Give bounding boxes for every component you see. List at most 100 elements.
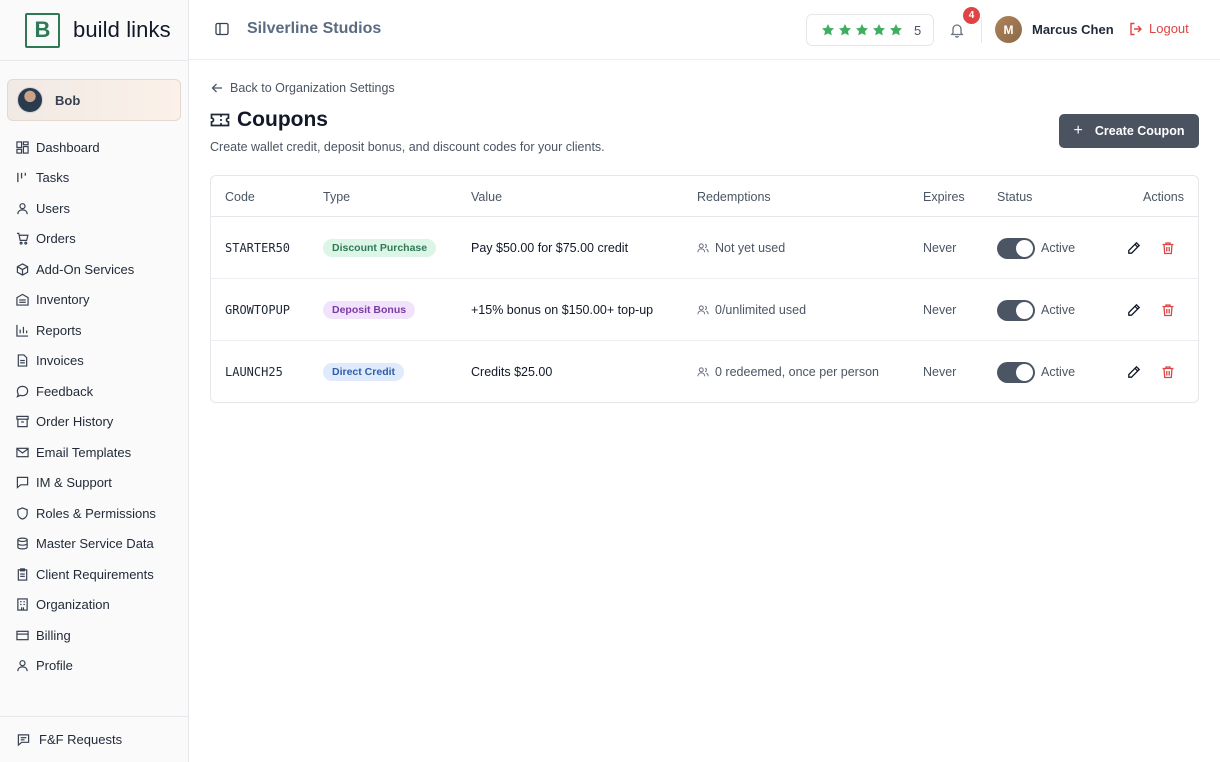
- ticket-icon: [210, 111, 230, 129]
- sidebar-nav: Dashboard Tasks Users Orders Add-On Serv…: [0, 132, 189, 681]
- pencil-icon: [1128, 303, 1141, 316]
- coupon-type-cell: Discount Purchase: [323, 217, 437, 279]
- sidebar-item-orders[interactable]: Orders: [0, 224, 189, 255]
- sidebar-item-label: Add-On Services: [36, 261, 135, 277]
- sidebar-item-add-on-services[interactable]: Add-On Services: [0, 254, 189, 285]
- sidebar-item-reports[interactable]: Reports: [0, 315, 189, 346]
- sidebar-toggle-icon[interactable]: [215, 22, 229, 36]
- coupon-code: GROWTOPUP: [225, 303, 291, 317]
- sidebar-item-roles-permissions[interactable]: Roles & Permissions: [0, 498, 189, 529]
- sidebar-item-inventory[interactable]: Inventory: [0, 285, 189, 316]
- sidebar-item-label: Orders: [36, 231, 76, 247]
- sidebar-item-order-history[interactable]: Order History: [0, 407, 189, 438]
- sidebar-item-invoices[interactable]: Invoices: [0, 346, 189, 377]
- top-header: Silverline Studios 5 4 M Marcus Chen Log…: [189, 0, 1220, 60]
- arrow-left-icon: [211, 83, 222, 93]
- coupon-code: STARTER50: [225, 241, 291, 255]
- rating-value: 5: [914, 22, 922, 38]
- sidebar-item-label: IM & Support: [36, 475, 112, 491]
- create-coupon-label: Create Coupon: [1094, 124, 1185, 138]
- header-user-name[interactable]: Marcus Chen: [1032, 22, 1114, 37]
- status-toggle[interactable]: [997, 361, 1035, 383]
- bell-icon[interactable]: [950, 22, 964, 38]
- users-icon: [697, 305, 709, 315]
- delete-button[interactable]: [1161, 279, 1175, 341]
- trash-icon: [1162, 366, 1174, 379]
- coupon-type-cell: Direct Credit: [323, 341, 405, 403]
- brand[interactable]: B build links: [0, 0, 189, 61]
- app-root: B build links Bob Dashboard Tasks Users …: [0, 0, 1220, 762]
- page-title-row: Coupons: [210, 108, 328, 132]
- brand-logo: B: [25, 12, 60, 48]
- column-header-status: Status: [997, 190, 1033, 204]
- page-title: Coupons: [237, 108, 328, 131]
- sidebar-item-feedback[interactable]: Feedback: [0, 376, 189, 407]
- sidebar-item-client-requirements[interactable]: Client Requirements: [0, 559, 189, 590]
- package-icon: [16, 262, 29, 276]
- sidebar-item-label: Profile: [36, 658, 73, 674]
- sidebar-item-ff-requests[interactable]: F&F Requests: [0, 716, 189, 762]
- sidebar-item-label: Feedback: [36, 383, 94, 399]
- rating-widget[interactable]: 5: [806, 14, 934, 46]
- delete-button[interactable]: [1161, 341, 1175, 403]
- coupons-table: Code Type Value Redemptions Expires Stat…: [210, 175, 1199, 403]
- coupon-value: Pay $50.00 for $75.00 credit: [471, 241, 629, 255]
- dashboard-icon: [16, 141, 29, 154]
- notification-badge: 4: [963, 7, 980, 24]
- invoice-icon: [16, 354, 29, 367]
- sidebar-item-label: Invoices: [36, 353, 84, 369]
- table-row: GROWTOPUP Deposit Bonus +15% bonus on $1…: [211, 279, 1198, 341]
- sidebar-item-billing[interactable]: Billing: [0, 620, 189, 651]
- clipboard-icon: [16, 568, 29, 581]
- status-label: Active: [1041, 303, 1076, 317]
- edit-button[interactable]: [1127, 217, 1141, 279]
- plus-icon: +: [1073, 122, 1083, 139]
- sidebar-item-dashboard[interactable]: Dashboard: [0, 132, 189, 163]
- coupon-value: +15% bonus on $150.00+ top-up: [471, 303, 654, 317]
- coupon-code: LAUNCH25: [225, 365, 283, 379]
- user-icon: [16, 202, 29, 215]
- star-icon: [838, 24, 852, 36]
- back-link[interactable]: Back to Organization Settings: [211, 81, 395, 95]
- create-coupon-button[interactable]: + Create Coupon: [1059, 114, 1199, 148]
- sidebar-item-label: Inventory: [36, 292, 90, 308]
- sidebar: B build links Bob Dashboard Tasks Users …: [0, 0, 189, 762]
- avatar[interactable]: M: [995, 16, 1022, 43]
- sidebar-item-label: Client Requirements: [36, 566, 154, 582]
- sidebar-item-label: Organization: [36, 597, 110, 613]
- expires-value: Never: [923, 303, 957, 317]
- redemptions-text: 0 redeemed, once per person: [715, 365, 879, 379]
- star-icon: [855, 24, 869, 36]
- status-toggle[interactable]: [997, 237, 1035, 259]
- status-cell: Active: [997, 341, 1075, 403]
- sidebar-item-organization[interactable]: Organization: [0, 590, 189, 621]
- sidebar-item-master-service-data[interactable]: Master Service Data: [0, 529, 189, 560]
- pencil-icon: [1128, 241, 1141, 254]
- sidebar-item-label: Reports: [36, 322, 82, 338]
- sidebar-user-card[interactable]: Bob: [7, 79, 181, 121]
- sidebar-item-email-templates[interactable]: Email Templates: [0, 437, 189, 468]
- sidebar-item-users[interactable]: Users: [0, 193, 189, 224]
- user-icon: [16, 659, 29, 672]
- brand-name: build links: [73, 17, 171, 42]
- sidebar-item-label: Users: [36, 200, 70, 216]
- coupon-value: Credits $25.00: [471, 365, 553, 379]
- sidebar-item-tasks[interactable]: Tasks: [0, 163, 189, 194]
- status-toggle[interactable]: [997, 299, 1035, 321]
- sidebar-item-profile[interactable]: Profile: [0, 651, 189, 682]
- sidebar-item-im-support[interactable]: IM & Support: [0, 468, 189, 499]
- sidebar-item-label: Email Templates: [36, 444, 132, 460]
- sidebar-item-label: Roles & Permissions: [36, 505, 156, 521]
- back-link-label: Back to Organization Settings: [230, 81, 395, 95]
- logout-button[interactable]: Logout: [1129, 21, 1189, 36]
- edit-button[interactable]: [1127, 341, 1141, 403]
- column-header-type: Type: [323, 190, 351, 204]
- status-cell: Active: [997, 217, 1075, 279]
- cart-icon: [16, 232, 29, 245]
- delete-button[interactable]: [1161, 217, 1175, 279]
- column-header-actions: Actions: [1143, 190, 1184, 204]
- avatar: [17, 87, 43, 113]
- redemptions-cell: Not yet used: [697, 217, 785, 279]
- pencil-icon: [1128, 365, 1141, 378]
- edit-button[interactable]: [1127, 279, 1141, 341]
